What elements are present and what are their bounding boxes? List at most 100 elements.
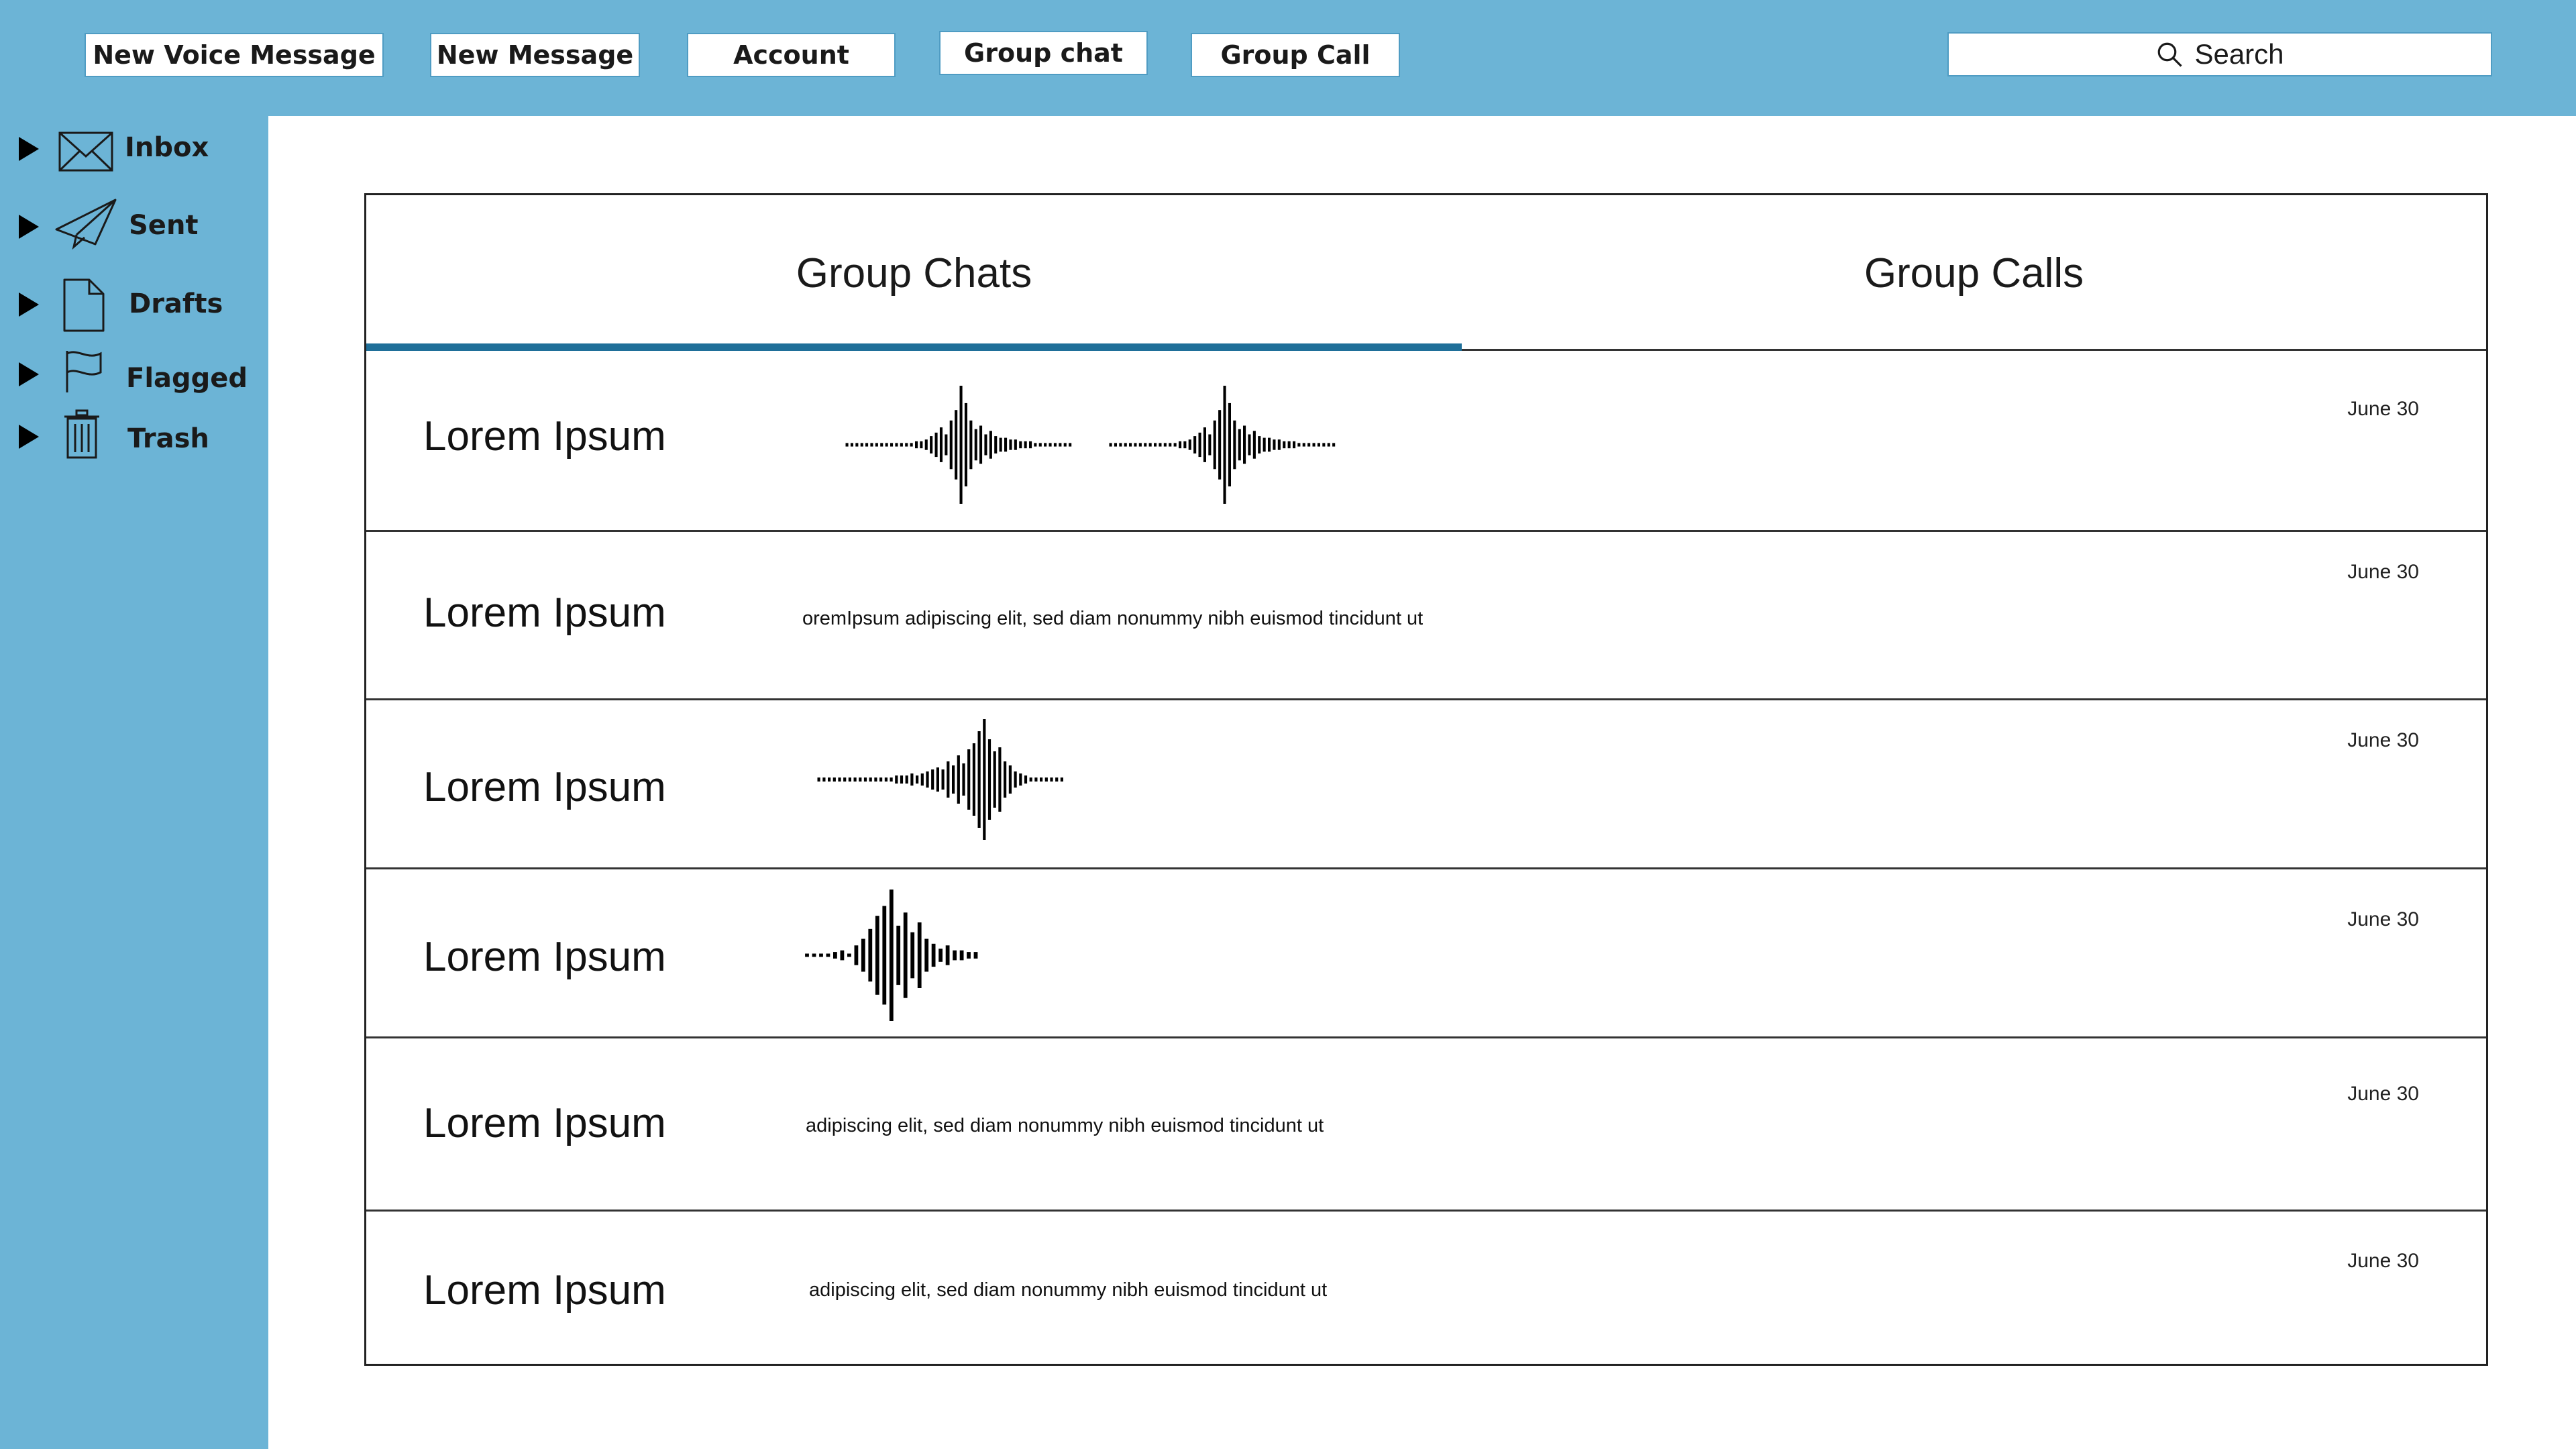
conversation-row[interactable]: Lorem Ipsum June 30 <box>366 351 2486 532</box>
sidebar-item-sent[interactable]: Sent <box>0 195 268 255</box>
new-message-button[interactable]: New Message <box>430 33 640 77</box>
waveform-bar <box>884 777 888 782</box>
sidebar-item-label: Flagged <box>126 363 248 394</box>
waveform-bar <box>916 775 919 784</box>
waveform-bar <box>1218 410 1222 480</box>
tab-group-chats[interactable]: Group Chats <box>366 195 1462 351</box>
waveform-bar <box>1019 441 1022 449</box>
expand-arrow-icon[interactable] <box>19 215 39 239</box>
waveform-bar <box>840 950 845 961</box>
waveform-bar <box>1004 761 1007 798</box>
waveform-bar <box>895 443 898 447</box>
document-icon <box>63 278 105 332</box>
waveform-bar <box>850 443 853 447</box>
waveform-bar <box>880 443 883 447</box>
waveform-bar <box>1134 443 1137 447</box>
waveform-bar <box>826 953 830 957</box>
waveform-bar <box>934 432 938 458</box>
conversation-row[interactable]: Lorem Ipsum June 30 <box>366 700 2486 869</box>
conversation-row[interactable]: Lorem Ipsum June 30 <box>366 869 2486 1038</box>
conversation-row[interactable]: Lorem Ipsum oremIpsum adipiscing elit, s… <box>366 532 2486 700</box>
sidebar-item-label: Sent <box>129 210 199 241</box>
waveform-bar <box>955 410 958 480</box>
search-box[interactable]: Search <box>1947 32 2492 76</box>
waveform-bar <box>994 436 998 453</box>
waveform-bar <box>1059 443 1062 447</box>
expand-arrow-icon[interactable] <box>19 362 39 386</box>
expand-arrow-icon[interactable] <box>19 292 39 317</box>
group-call-button[interactable]: Group Call <box>1191 33 1400 77</box>
waveform-bar <box>967 749 971 810</box>
waveform-bar <box>1109 443 1112 447</box>
waveform-bar <box>972 743 975 816</box>
waveform-bar <box>882 906 887 1005</box>
sidebar-item-drafts[interactable]: Drafts <box>0 272 268 333</box>
search-label: Search <box>2194 38 2284 70</box>
waveform-bar <box>973 952 978 959</box>
waveform-bar <box>1049 443 1052 447</box>
waveform-bar <box>860 443 863 447</box>
sidebar-item-inbox[interactable]: Inbox <box>0 116 268 176</box>
waveform-bar <box>1243 425 1246 464</box>
waveform-bar <box>875 443 878 447</box>
waveform-bar <box>910 773 914 786</box>
voice-waveform[interactable] <box>845 384 1073 505</box>
waveform-bar <box>1317 443 1320 447</box>
waveform-bar <box>1263 437 1266 452</box>
conversation-date: June 30 <box>2347 729 2419 751</box>
sidebar-item-label: Trash <box>127 423 209 454</box>
voice-waveform[interactable] <box>1108 384 1336 505</box>
waveform-bar <box>1238 429 1241 461</box>
waveform-bar <box>1069 443 1072 447</box>
waveform-bar <box>1055 777 1059 782</box>
waveform-bar <box>879 777 883 782</box>
waveform-bar <box>1287 441 1291 449</box>
account-button[interactable]: Account <box>687 33 896 77</box>
tab-group-calls[interactable]: Group Calls <box>1462 195 2486 351</box>
new-voice-message-button[interactable]: New Voice Message <box>85 33 384 77</box>
waveform-bar <box>817 777 820 782</box>
sidebar-item-flagged[interactable]: Flagged <box>0 347 268 407</box>
expand-arrow-icon[interactable] <box>19 425 39 449</box>
waveform-bar <box>1063 443 1067 447</box>
waveform-bar <box>1213 420 1216 470</box>
waveform-bar <box>875 916 879 995</box>
waveform-bar <box>977 731 981 828</box>
sidebar-item-trash[interactable]: Trash <box>0 409 268 470</box>
waveform-bar <box>870 443 873 447</box>
message-preview: adipiscing elit, sed diam nonummy nibh e… <box>806 1115 1324 1136</box>
conversation-date: June 30 <box>2347 1083 2419 1105</box>
waveform-bar <box>1129 443 1132 447</box>
waveform-bar <box>945 434 948 455</box>
main-content: Group Chats Group Calls Lorem Ipsum June… <box>268 116 2576 1449</box>
conversation-name: Lorem Ipsum <box>423 413 666 460</box>
waveform-bar <box>1332 443 1336 447</box>
conversation-date: June 30 <box>2347 398 2419 420</box>
waveform-bar <box>962 763 965 796</box>
trash-icon <box>64 409 99 459</box>
waveform-bar <box>890 443 894 447</box>
conversation-name: Lorem Ipsum <box>423 764 666 810</box>
waveform-bar <box>1014 771 1017 788</box>
envelope-icon <box>58 131 113 172</box>
waveform-bar <box>848 777 851 782</box>
waveform-bar <box>1008 765 1012 794</box>
waveform-bar <box>1034 777 1038 782</box>
conversation-row[interactable]: Lorem Ipsum adipiscing elit, sed diam no… <box>366 1038 2486 1212</box>
waveform-bar <box>865 443 869 447</box>
waveform-bar <box>905 775 908 784</box>
expand-arrow-icon[interactable] <box>19 137 39 161</box>
conversation-row[interactable]: Lorem Ipsum adipiscing elit, sed diam no… <box>366 1212 2486 1366</box>
waveform-bar <box>924 439 928 450</box>
voice-waveform[interactable] <box>804 888 979 1022</box>
group-chat-button[interactable]: Group chat <box>939 31 1148 75</box>
waveform-bar <box>1183 441 1187 449</box>
waveform-bar <box>900 443 903 447</box>
waveform-bar <box>1124 443 1127 447</box>
waveform-bar <box>1302 443 1305 447</box>
waveform-bar <box>917 922 922 988</box>
waveform-bar <box>1144 443 1147 447</box>
waveform-bar <box>1138 443 1142 447</box>
voice-waveform[interactable] <box>816 718 1065 841</box>
waveform-bar <box>910 443 913 447</box>
